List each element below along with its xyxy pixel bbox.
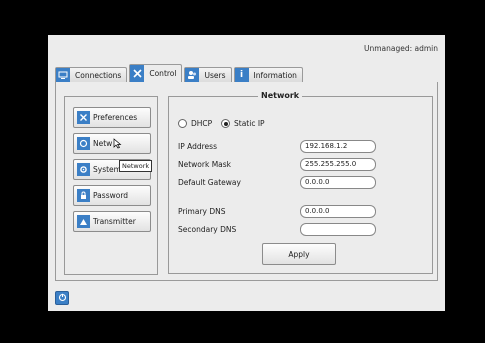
- dhcp-radio[interactable]: DHCP: [178, 119, 212, 128]
- info-icon: i: [234, 68, 249, 82]
- tools-icon: [130, 65, 145, 82]
- tab-users-label: Users: [204, 70, 226, 80]
- default-gateway-label: Default Gateway: [178, 178, 241, 187]
- radio-on-icon: [221, 119, 230, 128]
- tab-connections-label: Connections: [75, 70, 122, 80]
- tooltip: Network: [119, 160, 153, 172]
- transmitter-icon: [77, 215, 90, 228]
- default-gateway-field[interactable]: 0.0.0.0: [300, 176, 376, 189]
- tab-information-label: Information: [253, 70, 297, 80]
- tab-bar: Connections Control Users i Information: [55, 64, 305, 82]
- sidebar-item-label: Netw: [93, 139, 113, 148]
- radio-off-icon: [178, 119, 187, 128]
- dhcp-label: DHCP: [191, 119, 213, 128]
- tab-information[interactable]: i Information: [233, 67, 303, 82]
- network-group: Network DHCP Static IP IP Address 192.16…: [168, 91, 433, 274]
- sidebar-item-label: System: [93, 165, 121, 174]
- primary-dns-field[interactable]: 0.0.0.0: [300, 205, 376, 218]
- user-status: Unmanaged: admin: [363, 44, 438, 53]
- apply-button[interactable]: Apply: [262, 243, 336, 265]
- tools-icon: [77, 111, 90, 124]
- ip-address-label: IP Address: [178, 142, 217, 151]
- sidebar-item-password[interactable]: Password: [73, 185, 151, 206]
- app-window: Unmanaged: admin Connections Control Use…: [48, 35, 445, 311]
- secondary-dns-label: Secondary DNS: [178, 225, 237, 234]
- power-icon: [58, 293, 67, 304]
- primary-dns-label: Primary DNS: [178, 207, 226, 216]
- tab-control[interactable]: Control: [129, 64, 183, 82]
- sidebar: Preferences Netw Network System Password…: [64, 96, 158, 275]
- monitor-icon: [56, 68, 70, 82]
- control-panel: Preferences Netw Network System Password…: [55, 82, 438, 281]
- network-mask-label: Network Mask: [178, 160, 232, 169]
- sidebar-item-label: Transmitter: [93, 217, 136, 226]
- power-button[interactable]: [55, 291, 69, 305]
- system-icon: [77, 163, 90, 176]
- lock-icon: [77, 189, 90, 202]
- sidebar-item-label: Preferences: [93, 113, 138, 122]
- tab-connections[interactable]: Connections: [55, 67, 128, 82]
- sidebar-item-preferences[interactable]: Preferences: [73, 107, 151, 128]
- users-icon: [185, 68, 200, 82]
- tab-control-label: Control: [149, 69, 177, 78]
- sidebar-item-transmitter[interactable]: Transmitter: [73, 211, 151, 232]
- static-ip-radio[interactable]: Static IP: [221, 119, 265, 128]
- network-icon: [77, 137, 90, 150]
- sidebar-item-network[interactable]: Netw: [73, 133, 151, 154]
- secondary-dns-field[interactable]: [300, 223, 376, 236]
- static-ip-label: Static IP: [234, 119, 265, 128]
- ip-address-field[interactable]: 192.168.1.2: [300, 140, 376, 153]
- network-mask-field[interactable]: 255.255.255.0: [300, 158, 376, 171]
- mouse-cursor-icon: [113, 138, 122, 149]
- sidebar-item-label: Password: [93, 191, 129, 200]
- network-title: Network: [258, 91, 303, 100]
- tab-users[interactable]: Users: [184, 67, 232, 82]
